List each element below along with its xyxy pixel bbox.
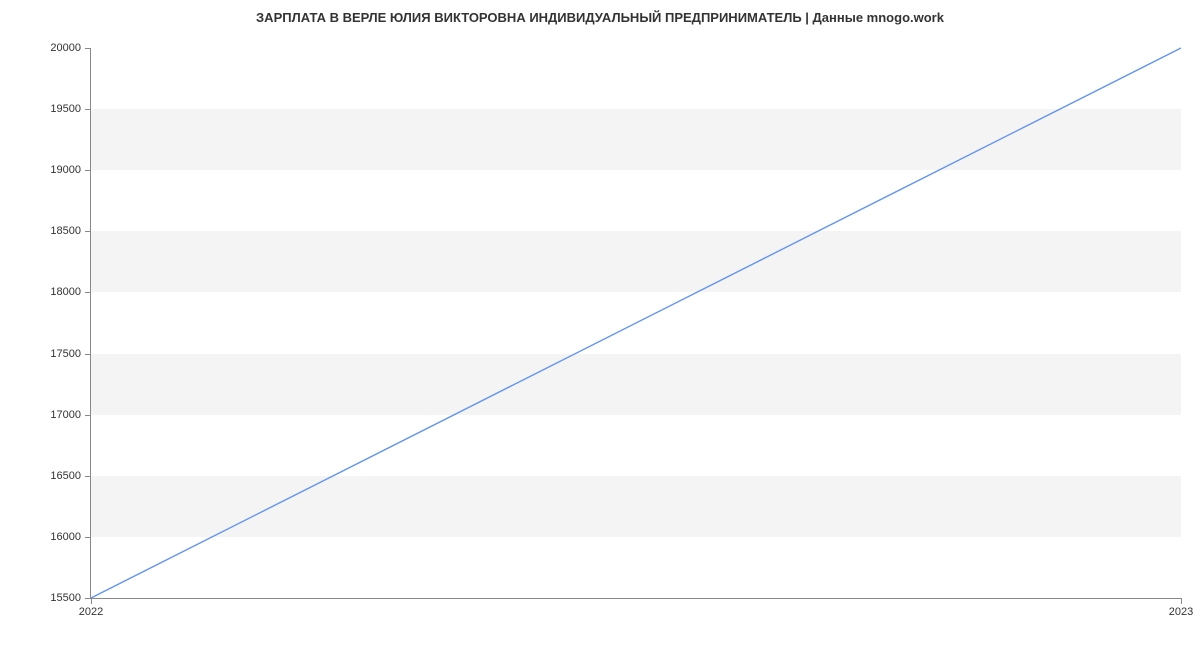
line-layer bbox=[91, 48, 1181, 598]
y-tick bbox=[85, 231, 91, 232]
y-tick bbox=[85, 292, 91, 293]
y-tick bbox=[85, 354, 91, 355]
y-axis-label: 17000 bbox=[50, 409, 81, 421]
y-axis-label: 20000 bbox=[50, 42, 81, 54]
chart-title: ЗАРПЛАТА В ВЕРЛЕ ЮЛИЯ ВИКТОРОВНА ИНДИВИД… bbox=[0, 10, 1200, 25]
y-axis-label: 19500 bbox=[50, 103, 81, 115]
x-axis-label: 2022 bbox=[79, 606, 103, 618]
y-tick bbox=[85, 415, 91, 416]
y-axis-label: 18000 bbox=[50, 286, 81, 298]
y-axis-label: 18500 bbox=[50, 225, 81, 237]
y-tick bbox=[85, 170, 91, 171]
y-tick bbox=[85, 537, 91, 538]
series-line bbox=[91, 48, 1181, 598]
y-axis-label: 16000 bbox=[50, 531, 81, 543]
y-axis-label: 19000 bbox=[50, 164, 81, 176]
plot-area: 1550016000165001700017500180001850019000… bbox=[90, 48, 1181, 599]
y-axis-label: 16500 bbox=[50, 470, 81, 482]
x-tick bbox=[1181, 598, 1182, 604]
y-tick bbox=[85, 109, 91, 110]
x-axis-label: 2023 bbox=[1169, 606, 1193, 618]
y-tick bbox=[85, 476, 91, 477]
y-axis-label: 17500 bbox=[50, 348, 81, 360]
chart-container: ЗАРПЛАТА В ВЕРЛЕ ЮЛИЯ ВИКТОРОВНА ИНДИВИД… bbox=[0, 0, 1200, 650]
y-tick bbox=[85, 48, 91, 49]
x-tick bbox=[91, 598, 92, 604]
y-axis-label: 15500 bbox=[50, 592, 81, 604]
